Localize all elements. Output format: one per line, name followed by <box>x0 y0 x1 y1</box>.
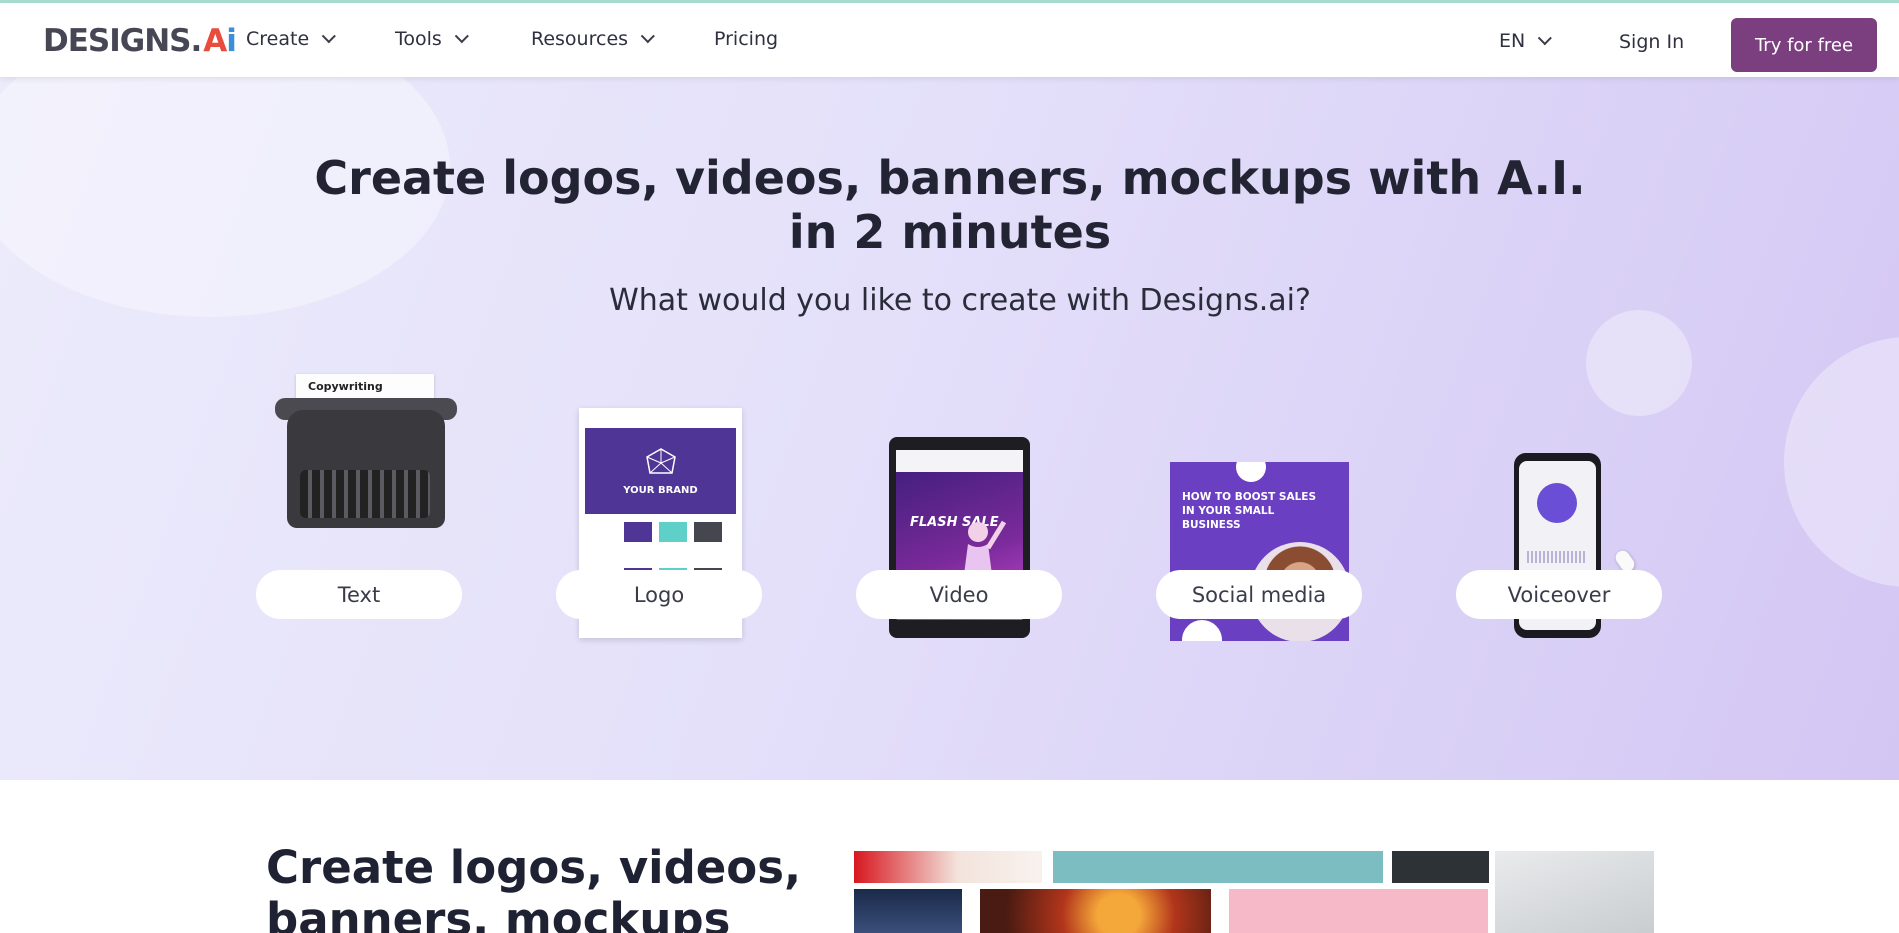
option-video-button[interactable]: Video <box>856 570 1062 619</box>
nav-item-label: Pricing <box>714 28 779 50</box>
hero-section: Create logos, videos, banners, mockups w… <box>0 77 1899 780</box>
nav-item-label: Tools <box>395 28 442 50</box>
top-navigation: DESIGNS. A i Create Tools Resources Pric… <box>0 3 1899 77</box>
gallery-tile[interactable] <box>1495 851 1654 933</box>
option-voiceover-button[interactable]: Voiceover <box>1456 570 1662 619</box>
decorative-circle <box>1586 310 1692 416</box>
nav-item-label: Create <box>246 28 310 50</box>
designs-ai-logo[interactable]: DESIGNS. A i <box>43 23 237 59</box>
sign-in-link[interactable]: Sign In <box>1619 31 1684 53</box>
gallery-tile[interactable] <box>854 889 962 933</box>
typewriter-keys <box>300 470 430 518</box>
hero-title: Create logos, videos, banners, mockups w… <box>314 151 1586 259</box>
try-for-free-button[interactable]: Try for free <box>1731 18 1877 72</box>
microphone-icon <box>1537 483 1577 523</box>
language-label: EN <box>1499 30 1526 52</box>
nav-item-pricing[interactable]: Pricing <box>714 28 778 50</box>
brand-band: YOUR BRAND <box>585 428 736 514</box>
gallery-tile[interactable] <box>1392 851 1489 883</box>
chevron-down-icon <box>454 29 469 44</box>
logo-ai-mark: A i <box>203 23 237 59</box>
option-logo-button[interactable]: Logo <box>556 570 762 619</box>
copywriting-heading: Copywriting <box>308 380 383 393</box>
gallery-tile[interactable] <box>1229 889 1488 933</box>
nav-item-tools[interactable]: Tools <box>395 28 469 50</box>
section-title: Create logos, videos, banners, mockups <box>266 841 802 933</box>
nav-item-resources[interactable]: Resources <box>531 28 655 50</box>
hero-subtitle: What would you like to create with Desig… <box>609 283 1311 318</box>
gallery-tile[interactable] <box>854 851 1042 883</box>
chevron-down-icon <box>1537 31 1553 46</box>
chevron-down-icon <box>321 29 337 44</box>
your-brand-label: YOUR BRAND <box>623 484 698 496</box>
brand-mark-icon <box>645 447 676 474</box>
language-selector[interactable]: EN <box>1499 30 1553 52</box>
social-post-title: HOW TO BOOST SALES IN YOUR SMALL BUSINES… <box>1182 491 1317 531</box>
logo-wordmark: DESIGNS. <box>43 23 202 59</box>
option-social-media-button[interactable]: Social media <box>1156 570 1362 619</box>
nav-item-create[interactable]: Create <box>246 28 337 50</box>
chevron-down-icon <box>640 29 655 44</box>
option-text-button[interactable]: Text <box>256 570 462 619</box>
decorative-circle <box>1784 337 1899 587</box>
gallery-tile[interactable] <box>1053 851 1383 883</box>
gallery-tile[interactable] <box>980 889 1211 933</box>
nav-item-label: Resources <box>531 28 629 50</box>
